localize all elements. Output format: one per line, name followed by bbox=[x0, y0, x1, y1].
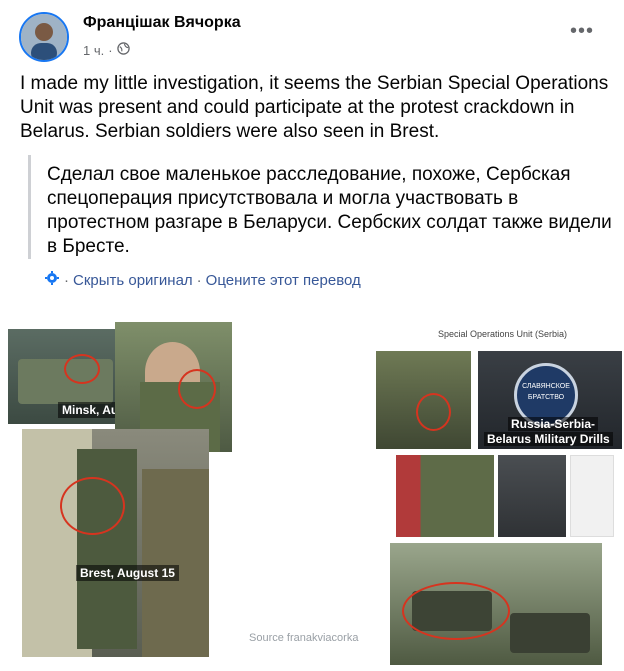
armored-soldier-photo bbox=[498, 455, 566, 537]
globe-icon bbox=[116, 42, 130, 58]
drills-photo: СЛАВЯНСКОЕ БРАТСТВО Russia-Serbia- Belar… bbox=[478, 351, 622, 449]
post-meta: 1 ч. · bbox=[83, 42, 130, 58]
highlight-circle bbox=[178, 369, 216, 409]
document-photo bbox=[570, 455, 614, 537]
translation-block: Сделал свое маленькое расследование, пох… bbox=[28, 155, 613, 259]
highlight-circle bbox=[402, 582, 510, 640]
highlight-circle bbox=[416, 393, 451, 431]
avatar[interactable] bbox=[19, 12, 69, 62]
gear-icon bbox=[44, 270, 60, 290]
brest-photo bbox=[22, 429, 209, 657]
logo-text-top: СЛАВЯНСКОЕ bbox=[522, 383, 570, 390]
highlight-circle bbox=[64, 354, 100, 384]
hide-original-link[interactable]: Скрыть оригинал bbox=[73, 272, 193, 289]
translation-text: Сделал свое маленькое расследование, пох… bbox=[47, 164, 612, 257]
caption-drills-1: Russia-Serbia- bbox=[508, 417, 599, 431]
image-source: Source franakviacorka bbox=[249, 632, 359, 644]
translation-actions: · Скрыть оригинал · Оцените этот перевод bbox=[44, 270, 361, 290]
flag-soldier-photo bbox=[396, 455, 494, 537]
post-header: Францішак Вячорка 1 ч. · ••• bbox=[0, 0, 624, 70]
logo-text-bottom: БРАТСТВО bbox=[527, 394, 565, 401]
image-title: Special Operations Unit (Serbia) bbox=[438, 329, 568, 339]
post-time[interactable]: 1 ч. bbox=[83, 43, 104, 58]
post-body: I made my little investigation, it seems… bbox=[20, 73, 609, 142]
caption-brest: Brest, August 15 bbox=[76, 565, 179, 581]
author-name[interactable]: Францішак Вячорка bbox=[83, 14, 241, 32]
highlight-circle bbox=[60, 477, 125, 535]
rate-translation-link[interactable]: Оцените этот перевод bbox=[206, 272, 361, 289]
caption-drills-2: Belarus Military Drills bbox=[484, 432, 613, 446]
post-image[interactable]: Minsk, August 09 Brest, August 15 Source… bbox=[0, 317, 624, 671]
more-options-icon[interactable]: ••• bbox=[570, 20, 594, 43]
